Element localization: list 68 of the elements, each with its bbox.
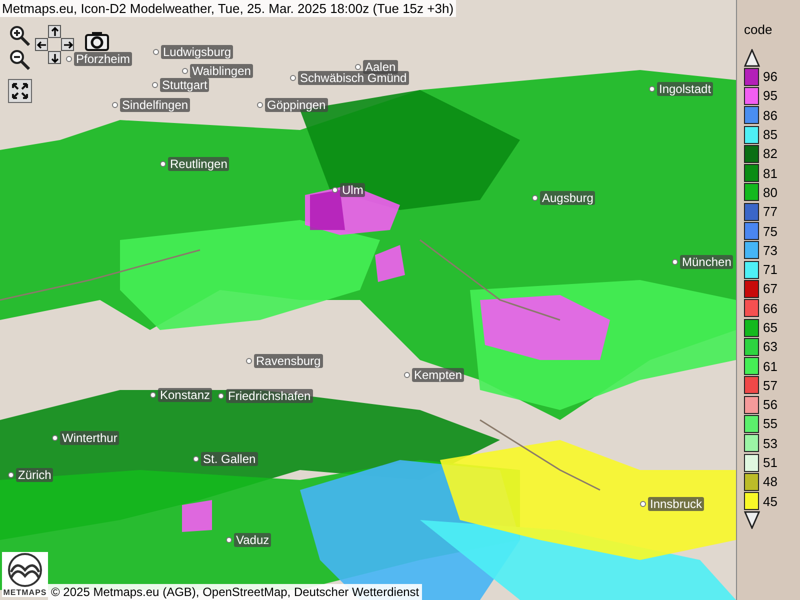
city-label: Friedrichshafen xyxy=(226,389,313,403)
map-title: Metmaps.eu, Icon-D2 Modelweather, Tue, 25. Mar. 2025 18:00z (Tue 15z +3h) xyxy=(0,0,456,17)
legend-value: 67 xyxy=(763,281,778,296)
pan-left-button[interactable] xyxy=(35,38,48,51)
pan-up-button[interactable] xyxy=(48,25,61,38)
zoom-in-button[interactable] xyxy=(8,24,32,48)
legend-title: code xyxy=(744,22,772,37)
legend-value: 71 xyxy=(763,262,778,278)
city-label: Konstanz xyxy=(158,388,212,402)
legend-value: 85 xyxy=(763,127,778,142)
legend-value: 95 xyxy=(763,88,778,104)
pan-down-button[interactable] xyxy=(48,51,61,64)
city-label: Ravensburg xyxy=(254,354,323,368)
city-marker-icon xyxy=(66,56,72,62)
legend-value: 61 xyxy=(763,358,778,374)
city-label: München xyxy=(680,255,734,269)
city-label: Reutlingen xyxy=(168,157,230,171)
city-label: Ulm xyxy=(340,183,366,197)
city-label: Kempten xyxy=(412,368,464,382)
city-marker-icon xyxy=(404,372,410,378)
city-label: Göppingen xyxy=(265,98,328,112)
city-marker-icon xyxy=(257,102,263,108)
city-label: Ingolstadt xyxy=(657,82,714,96)
logo-text: METMAPS xyxy=(3,588,47,597)
city-label: Vaduz xyxy=(234,533,272,547)
triangle-up-icon xyxy=(744,49,760,67)
city-label: Winterthur xyxy=(60,431,120,445)
legend-value: 77 xyxy=(763,204,778,220)
legend-value: 57 xyxy=(763,378,778,393)
city-label: Waiblingen xyxy=(190,64,253,78)
legend-value: 63 xyxy=(763,339,778,354)
camera-button[interactable] xyxy=(84,30,110,52)
legend-value: 48 xyxy=(763,474,778,490)
attribution-text: © 2025 Metmaps.eu (AGB), OpenStreetMap, Deutscher Wetterdienst xyxy=(48,584,422,600)
legend-value: 65 xyxy=(763,320,778,335)
legend-value: 53 xyxy=(763,436,778,451)
city-marker-icon xyxy=(152,82,158,88)
city-label: Augsburg xyxy=(540,191,596,205)
fullscreen-button[interactable] xyxy=(8,79,32,103)
legend-value: 56 xyxy=(763,397,778,412)
legend-value: 75 xyxy=(763,224,778,239)
city-label: St. Gallen xyxy=(201,452,258,466)
legend-value: 45 xyxy=(763,494,778,509)
city-marker-icon xyxy=(290,75,296,81)
city-marker-icon xyxy=(246,358,252,364)
legend-value: 96 xyxy=(763,69,778,84)
zoom-out-button[interactable] xyxy=(8,48,32,72)
triangle-down-icon xyxy=(744,510,760,529)
city-label: Ludwigsburg xyxy=(161,45,234,59)
legend-value: 66 xyxy=(763,300,778,316)
legend-value: 51 xyxy=(763,455,778,470)
city-label: Sindelfingen xyxy=(120,98,190,112)
legend-value: 86 xyxy=(763,108,778,123)
pan-right-button[interactable] xyxy=(61,38,74,51)
city-marker-icon xyxy=(182,68,188,74)
city-label: Innsbruck xyxy=(648,497,704,511)
city-label: Schwäbisch Gmünd xyxy=(298,71,409,85)
legend-value: 81 xyxy=(763,166,778,181)
legend-value: 55 xyxy=(763,416,778,432)
city-marker-icon xyxy=(355,64,361,70)
city-label: Zürich xyxy=(16,468,54,482)
city-marker-icon xyxy=(112,102,118,108)
legend-value: 80 xyxy=(763,184,778,200)
city-label: Stuttgart xyxy=(160,78,210,92)
legend-value: 82 xyxy=(763,146,778,162)
city-label: Pforzheim xyxy=(74,52,132,66)
legend-value: 73 xyxy=(763,242,778,258)
city-marker-icon xyxy=(153,49,159,55)
